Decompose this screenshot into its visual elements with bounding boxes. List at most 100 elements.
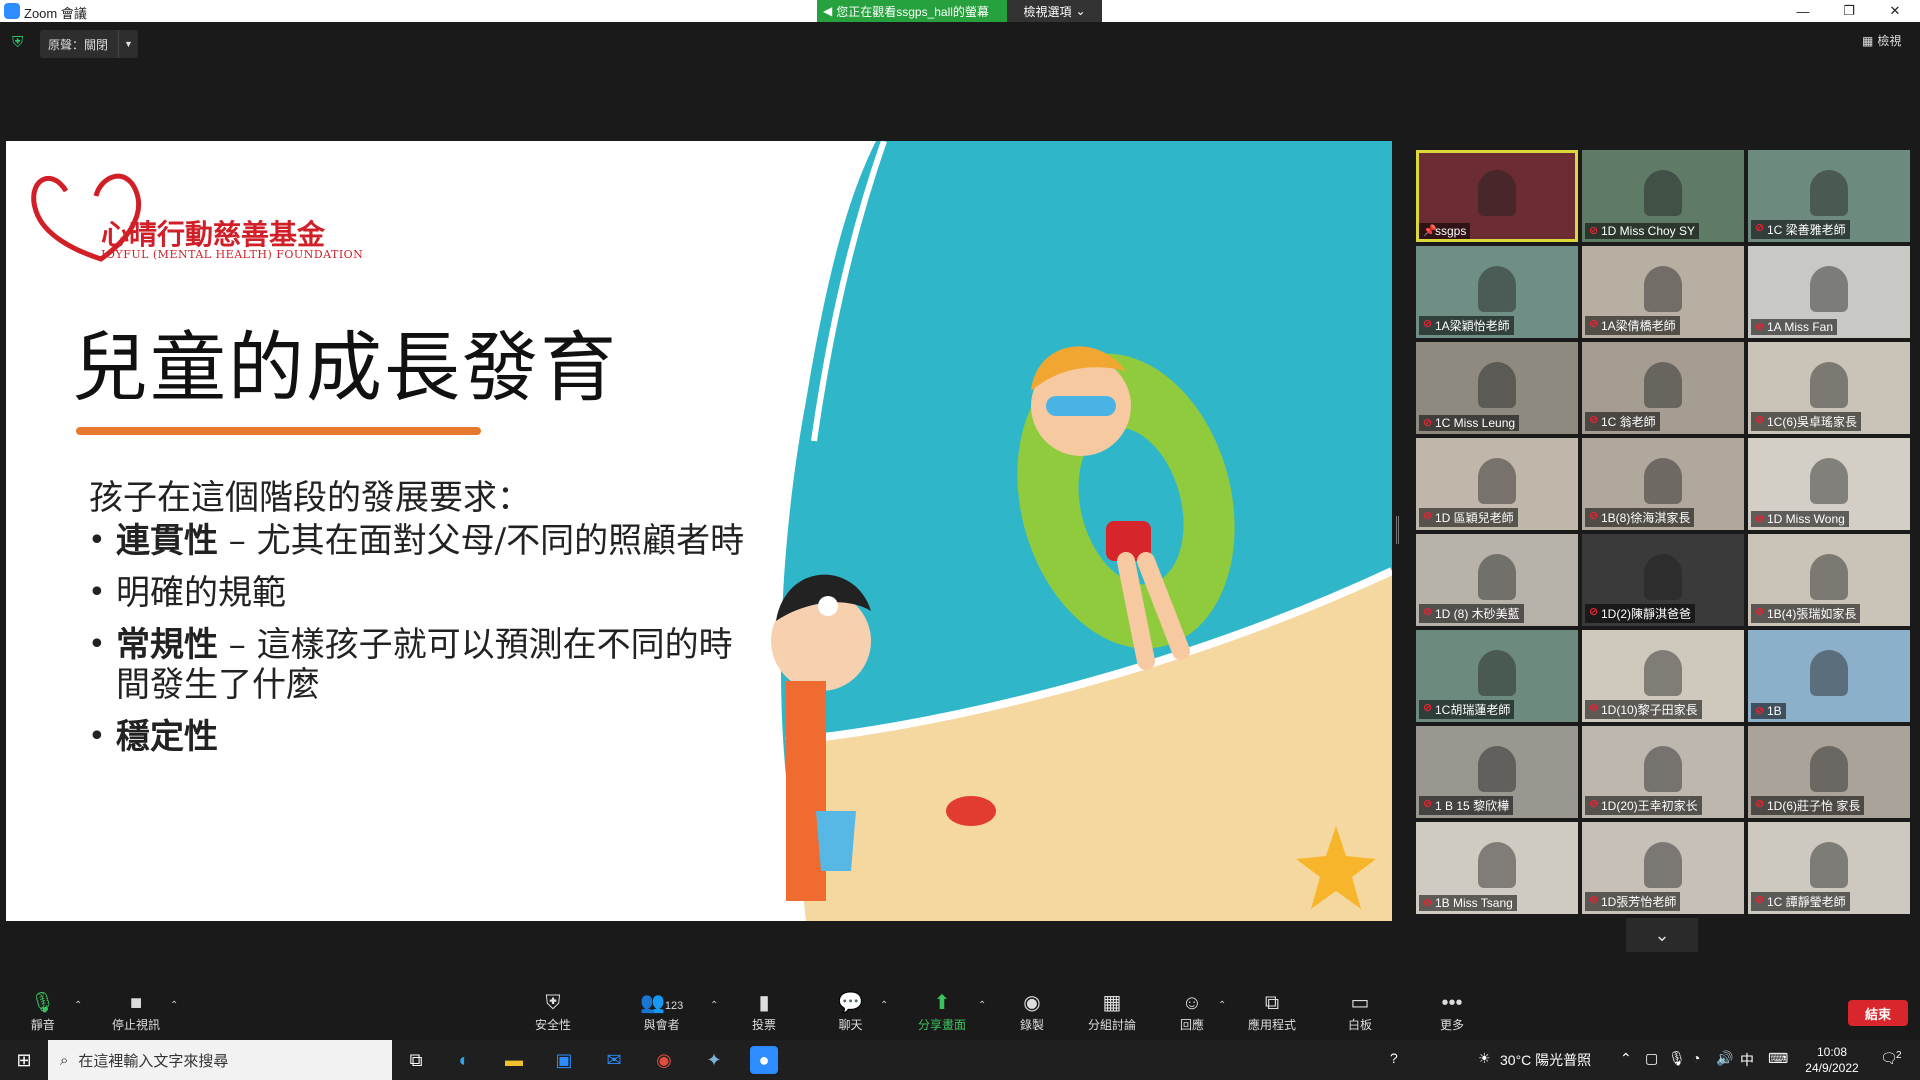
more-button[interactable]: ••• 更多 (1440, 990, 1464, 1036)
muted-microphone-icon: ⊘ (1423, 897, 1433, 909)
breakout-rooms-button[interactable]: ▦ 分組討論 (1088, 990, 1136, 1036)
participant-tile[interactable]: ⊘ 1 B 15 黎欣樺 (1416, 726, 1578, 818)
mail-icon[interactable]: ✉ (600, 1046, 628, 1074)
participant-tile[interactable]: ⊘ 1D(20)王幸初家长 (1582, 726, 1744, 818)
reactions-options-caret[interactable]: ⌃ (1218, 1000, 1226, 1011)
participants-options-caret[interactable]: ⌃ (710, 1000, 718, 1011)
keyboard-icon[interactable]: ⌨ (1768, 1050, 1788, 1067)
video-person (1644, 746, 1682, 792)
apps-button[interactable]: ⧉ 應用程式 (1248, 990, 1296, 1036)
mute-button[interactable]: 🎙 靜音 (30, 990, 55, 1036)
chevron-down-icon[interactable]: ▼ (118, 30, 138, 58)
participant-tile[interactable]: ⊘ 1D Miss Wong (1748, 438, 1910, 530)
audio-options-caret[interactable]: ⌃ (74, 1000, 82, 1011)
video-options-caret[interactable]: ⌃ (170, 1000, 178, 1011)
participant-tile[interactable]: ⊘ 1C 翁老師 (1582, 342, 1744, 434)
windows-start-icon[interactable]: ⊞ (10, 1046, 38, 1074)
participant-name: ⊘ 1C(6)吳卓瑤家長 (1751, 412, 1862, 431)
clock-time: 10:08 (1816, 1045, 1848, 1059)
whiteboard-button[interactable]: ▭ 白板 (1348, 990, 1372, 1036)
slide-bullet: • 穩定性 (88, 717, 218, 757)
share-screen-button[interactable]: ⬆ 分享畫面 (918, 990, 966, 1036)
participants-button[interactable]: 👥123 與會者 (640, 990, 683, 1036)
stop-video-button[interactable]: ■ 停止視訊 (112, 990, 160, 1036)
participant-tile[interactable]: ⊘ 1B(4)張瑞如家長 (1748, 534, 1910, 626)
shield-check-icon[interactable]: ⛨ (12, 34, 28, 52)
close-button[interactable]: ✕ (1872, 0, 1918, 22)
pin-icon: 📌 (1423, 225, 1437, 237)
participant-tile[interactable]: ⊘ 1B Miss Tsang (1416, 822, 1578, 914)
participant-tile[interactable]: ⊘ 1D Miss Choy SY (1582, 150, 1744, 242)
muted-microphone-icon: ⊘ (1423, 702, 1433, 714)
view-options-button[interactable]: 檢視選項 ⌄ (1007, 0, 1102, 22)
video-person (1644, 650, 1682, 696)
end-meeting-button[interactable]: 結束 (1848, 1000, 1908, 1026)
participant-tile[interactable]: ⊘ 1D張芳怡老師 (1582, 822, 1744, 914)
view-label: 檢視 (1877, 34, 1902, 48)
participant-tile[interactable]: ⊘ 1C 譚靜瑩老師 (1748, 822, 1910, 914)
help-icon[interactable]: ? (1390, 1050, 1398, 1066)
security-button[interactable]: ⛨ 安全性 (535, 990, 571, 1036)
panel-resize-handle[interactable] (1396, 516, 1399, 544)
task-view-icon[interactable]: ⧉ (402, 1046, 430, 1074)
participant-tile[interactable]: ⊘ 1C胡瑞蓮老師 (1416, 630, 1578, 722)
foundation-logo-subtext: JOYFUL (MENTAL HEALTH) FOUNDATION (101, 248, 364, 261)
participant-tile[interactable]: ⊘ 1D(2)陳靜淇爸爸 (1582, 534, 1744, 626)
participant-name: ⊘ 1B Miss Tsang (1419, 895, 1517, 911)
edge-browser-icon[interactable]: ◐ (450, 1046, 478, 1074)
share-options-caret[interactable]: ⌃ (978, 1000, 986, 1011)
muted-microphone-icon: ⊘ (1423, 510, 1433, 522)
original-sound-button[interactable]: 原聲：關閉 ▼ (40, 30, 138, 58)
participant-name: ⊘ 1D(10)黎子田家長 (1585, 700, 1702, 719)
participant-tile[interactable]: ⊘ 1A Miss Fan (1748, 246, 1910, 338)
muted-microphone-icon: ⊘ (1755, 705, 1765, 717)
app-icon[interactable]: ✦ (700, 1046, 728, 1074)
participant-tile[interactable]: ⊘ 1A梁倩橋老師 (1582, 246, 1744, 338)
system-clock[interactable]: 10:08 24/9/2022 (1792, 1044, 1872, 1076)
participant-name: ⊘ 1B(4)張瑞如家長 (1751, 604, 1861, 623)
taskbar-search-placeholder: 在這裡輸入文字來搜尋 (78, 1052, 229, 1070)
participant-tile[interactable]: ⊘ 1C 梁善雅老師 (1748, 150, 1910, 242)
record-button[interactable]: ◉ 錄製 (1020, 990, 1044, 1036)
participant-tile[interactable]: 📌 ssgps (1416, 150, 1578, 242)
chrome-icon[interactable]: ◉ (650, 1046, 678, 1074)
restore-button[interactable]: ❐ (1826, 0, 1872, 22)
participant-name: ⊘ 1B (1751, 703, 1786, 719)
record-icon: ◉ (1023, 992, 1041, 1014)
muted-microphone-icon: ⊘ (1755, 321, 1765, 333)
weather-icon[interactable]: ☀ (1478, 1050, 1491, 1067)
muted-microphone-icon: ⊘ (1755, 222, 1765, 234)
volume-icon[interactable]: 🔊 (1716, 1050, 1733, 1067)
microphone-tray-icon[interactable]: 🎙 (1668, 1050, 1686, 1067)
notification-count: 2 (1896, 1050, 1902, 1061)
participant-tile[interactable]: ⊘ 1C Miss Leung (1416, 342, 1578, 434)
participant-tile[interactable]: ⊘ 1D 區穎兒老師 (1416, 438, 1578, 530)
participant-tile[interactable]: ⊘ 1A梁穎怡老師 (1416, 246, 1578, 338)
zoom-taskbar-icon[interactable]: ● (750, 1046, 778, 1074)
chat-button[interactable]: 💬 聊天 (838, 990, 863, 1036)
muted-microphone-icon: ⊘ (1589, 225, 1599, 237)
participant-tile[interactable]: ⊘ 1D(10)黎子田家長 (1582, 630, 1744, 722)
view-button[interactable]: ▦ 檢視 (1862, 32, 1901, 49)
reactions-button[interactable]: ☺ 回應 (1180, 990, 1204, 1036)
participant-tile[interactable]: ⊘ 1D (8) 木砂美藍 (1416, 534, 1578, 626)
gallery-scroll-down-button[interactable]: ⌄ (1626, 918, 1698, 952)
store-icon[interactable]: ▣ (550, 1046, 578, 1074)
slide-bullet: • 明確的規範 (88, 573, 286, 613)
wifi-icon[interactable]: ◔ (1692, 1050, 1700, 1066)
participant-tile[interactable]: ⊘ 1D(6)莊子怡 家長 (1748, 726, 1910, 818)
video-person (1810, 266, 1848, 312)
taskbar-search[interactable]: ⌕ 在這裡輸入文字來搜尋 (48, 1040, 392, 1080)
participant-tile[interactable]: ⊘ 1B (1748, 630, 1910, 722)
file-explorer-icon[interactable]: ▬ (500, 1046, 528, 1074)
weather-text[interactable]: 30°C 陽光普照 (1500, 1050, 1591, 1070)
participant-tile[interactable]: ⊘ 1B(8)徐海淇家長 (1582, 438, 1744, 530)
ime-indicator[interactable]: 中 (1740, 1050, 1754, 1070)
minimize-button[interactable]: — (1780, 0, 1826, 22)
title-underline (76, 427, 481, 435)
chat-options-caret[interactable]: ⌃ (880, 1000, 888, 1011)
tray-expand-icon[interactable]: ⌃ (1620, 1050, 1632, 1067)
participant-tile[interactable]: ⊘ 1C(6)吳卓瑤家長 (1748, 342, 1910, 434)
meeting-tray-icon[interactable]: ▢ (1645, 1050, 1658, 1067)
polls-button[interactable]: ▮ 投票 (752, 990, 776, 1036)
